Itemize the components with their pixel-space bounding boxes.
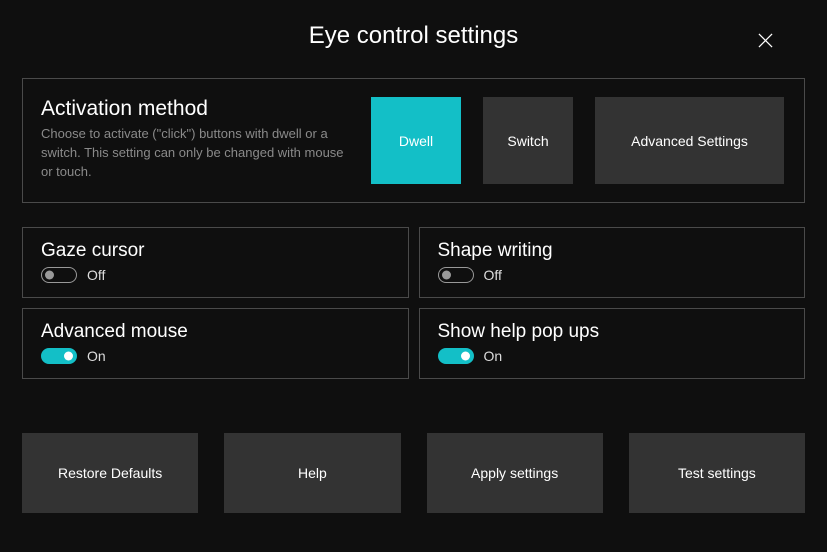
restore-defaults-button[interactable]: Restore Defaults	[22, 433, 198, 513]
activation-description: Choose to activate ("click") buttons wit…	[41, 125, 351, 182]
activation-method-panel: Activation method Choose to activate ("c…	[22, 78, 805, 203]
activation-title: Activation method	[41, 97, 351, 121]
show-help-panel: Show help pop ups On	[419, 308, 806, 379]
advanced-mouse-state: On	[87, 348, 106, 364]
show-help-state: On	[484, 348, 503, 364]
shape-writing-state: Off	[484, 267, 502, 283]
shape-writing-panel: Shape writing Off	[419, 227, 806, 298]
gaze-cursor-toggle[interactable]	[41, 267, 77, 283]
close-button[interactable]	[753, 28, 777, 52]
switch-button[interactable]: Switch	[483, 97, 573, 184]
gaze-cursor-panel: Gaze cursor Off	[22, 227, 409, 298]
apply-settings-button[interactable]: Apply settings	[427, 433, 603, 513]
advanced-mouse-toggle[interactable]	[41, 348, 77, 364]
show-help-toggle[interactable]	[438, 348, 474, 364]
gaze-cursor-state: Off	[87, 267, 105, 283]
show-help-title: Show help pop ups	[438, 321, 787, 343]
help-button[interactable]: Help	[224, 433, 400, 513]
test-settings-button[interactable]: Test settings	[629, 433, 805, 513]
page-title: Eye control settings	[28, 22, 799, 50]
gaze-cursor-title: Gaze cursor	[41, 240, 390, 262]
advanced-mouse-title: Advanced mouse	[41, 321, 390, 343]
dwell-button[interactable]: Dwell	[371, 97, 461, 184]
shape-writing-title: Shape writing	[438, 240, 787, 262]
shape-writing-toggle[interactable]	[438, 267, 474, 283]
advanced-settings-button[interactable]: Advanced Settings	[595, 97, 784, 184]
close-icon	[758, 33, 773, 48]
advanced-mouse-panel: Advanced mouse On	[22, 308, 409, 379]
